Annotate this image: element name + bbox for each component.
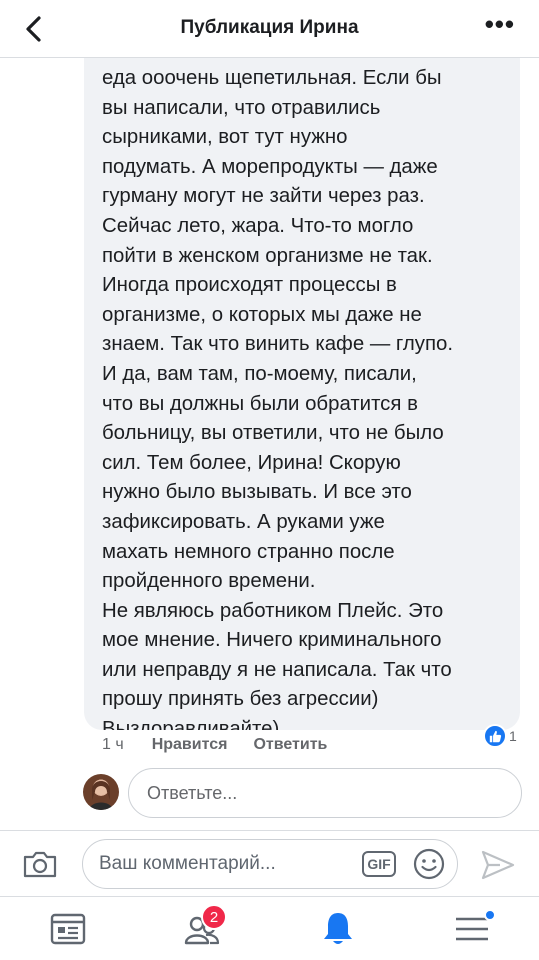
notifications-bell-icon[interactable] [318, 909, 358, 949]
page-title: Публикация Ирина [180, 17, 359, 38]
menu-notification-dot [484, 909, 496, 921]
comment-meta: 1 ч Нравится Ответить [102, 734, 353, 756]
reply-input[interactable]: Ответьте... [128, 768, 522, 818]
comment-text: еда ооочень щепетильная. Если бы вы напи… [102, 67, 454, 730]
comment-input[interactable]: Ваш комментарий... GIF [82, 839, 458, 889]
comment-time: 1 ч [102, 736, 124, 753]
comment-composer: Ваш комментарий... GIF [0, 830, 539, 896]
more-options-icon[interactable]: ••• [485, 11, 515, 37]
reaction-summary[interactable]: 1 [483, 724, 517, 748]
camera-icon[interactable] [22, 849, 58, 879]
emoji-icon[interactable] [413, 848, 445, 880]
top-bar: Публикация Ирина ••• [0, 0, 539, 58]
like-button[interactable]: Нравится [152, 736, 228, 754]
comment-placeholder: Ваш комментарий... [99, 853, 276, 874]
thumbs-up-icon [483, 724, 507, 748]
avatar [83, 774, 119, 810]
news-feed-icon[interactable] [48, 909, 88, 949]
friends-badge: 2 [201, 904, 227, 930]
send-icon[interactable] [480, 849, 516, 881]
reply-button[interactable]: Ответить [253, 736, 327, 754]
bottom-nav: 2 [0, 896, 539, 960]
reaction-count: 1 [509, 728, 517, 744]
comment-bubble: еда ооочень щепетильная. Если бы вы напи… [84, 40, 520, 730]
gif-button[interactable]: GIF [362, 851, 396, 877]
